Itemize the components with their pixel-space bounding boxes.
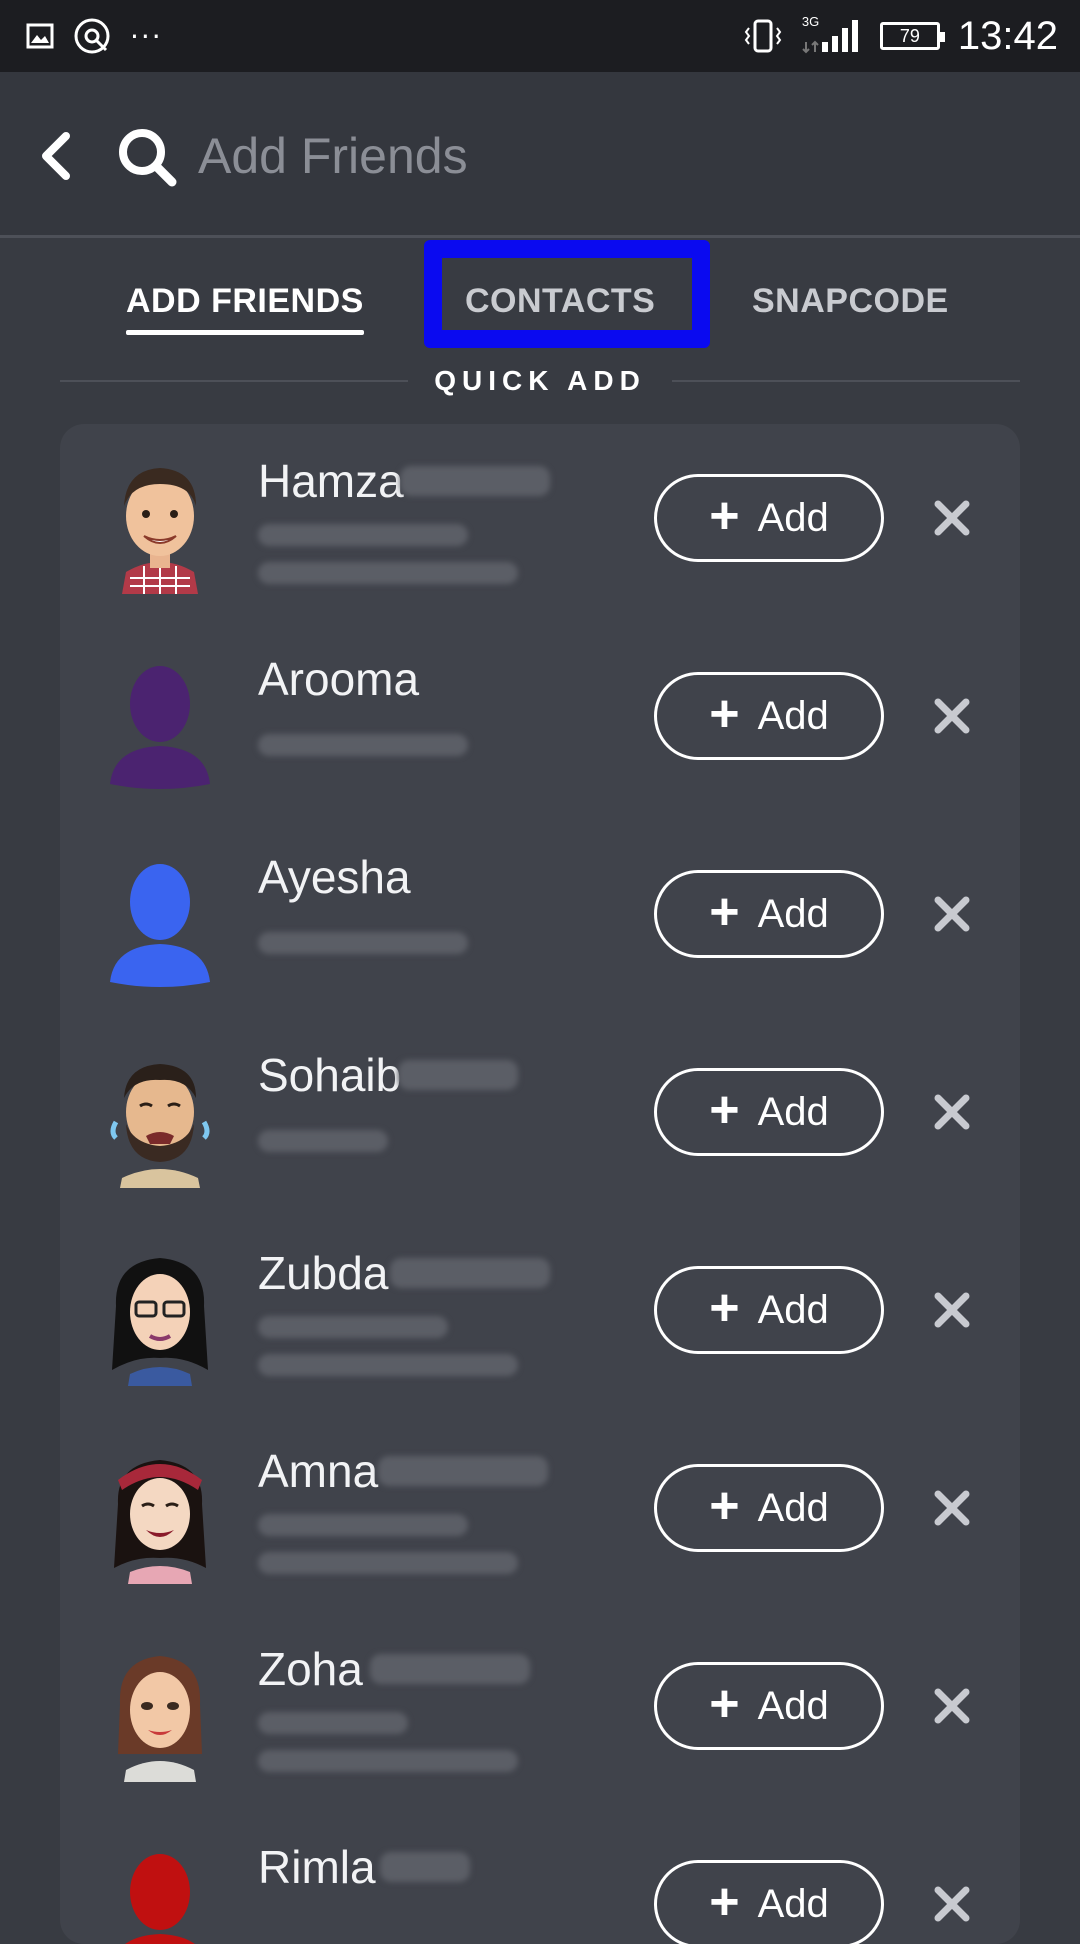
- list-item: Sohaib + Add: [60, 1018, 1020, 1216]
- list-item: Arooma + Add: [60, 622, 1020, 820]
- dismiss-icon[interactable]: [932, 696, 972, 736]
- add-friend-button[interactable]: + Add: [654, 1266, 884, 1354]
- blurred-text: [258, 1552, 518, 1574]
- section-title: QUICK ADD: [434, 365, 646, 396]
- dismiss-icon[interactable]: [932, 1092, 972, 1132]
- battery-level: 79: [899, 25, 920, 46]
- add-label: Add: [757, 693, 829, 738]
- blurred-text: [258, 524, 468, 546]
- blurred-text: [258, 1712, 408, 1734]
- tab-contacts[interactable]: CONTACTS: [465, 282, 655, 321]
- friend-name: Hamza: [258, 455, 404, 507]
- bitmoji-avatar: [118, 1656, 202, 1782]
- blurred-text: [258, 1316, 448, 1338]
- blurred-text: [258, 1130, 388, 1152]
- add-label: Add: [757, 1287, 829, 1332]
- plus-icon: +: [709, 883, 740, 941]
- plus-icon: +: [709, 685, 740, 743]
- search-icon: [119, 129, 177, 187]
- data-arrows-icon: [802, 40, 819, 54]
- add-friend-button[interactable]: + Add: [654, 870, 884, 958]
- tab-snapcode[interactable]: SNAPCODE: [752, 282, 949, 321]
- plus-icon: +: [709, 1675, 740, 1733]
- friend-name: Ayesha: [258, 851, 411, 903]
- list-item: Rimla + Add: [60, 1810, 1020, 1944]
- blurred-text: [258, 562, 518, 584]
- friend-name: Sohaib: [258, 1049, 402, 1101]
- add-friend-button[interactable]: + Add: [654, 1464, 884, 1552]
- friend-name: Zubda: [258, 1247, 389, 1299]
- add-friend-button[interactable]: + Add: [654, 1860, 884, 1944]
- plus-icon: +: [709, 1279, 740, 1337]
- divider-line: [671, 380, 1020, 382]
- dismiss-icon[interactable]: [932, 498, 972, 538]
- blurred-text: [400, 466, 550, 496]
- plus-icon: +: [709, 1477, 740, 1535]
- plus-icon: +: [709, 1873, 740, 1931]
- add-label: Add: [757, 891, 829, 936]
- list-item: Ayesha + Add: [60, 820, 1020, 1018]
- bitmoji-avatar: [114, 1460, 206, 1584]
- blurred-text: [258, 734, 468, 756]
- add-friend-button[interactable]: + Add: [654, 1068, 884, 1156]
- add-friend-button[interactable]: + Add: [654, 1662, 884, 1750]
- status-bar: ··· 3G 79 13:42: [0, 0, 1080, 72]
- divider-line: [60, 380, 409, 382]
- image-icon: [26, 23, 54, 49]
- network-type-label: 3G: [801, 14, 820, 29]
- blurred-text: [398, 1060, 518, 1090]
- plus-icon: +: [709, 487, 740, 545]
- list-item: Amna + Add: [60, 1414, 1020, 1612]
- plus-icon: +: [709, 1081, 740, 1139]
- silhouette-avatar: [110, 666, 210, 789]
- battery-icon: 79: [879, 22, 945, 50]
- dismiss-icon[interactable]: [932, 1686, 972, 1726]
- bitmoji-avatar: [110, 1064, 210, 1188]
- blurred-text: [258, 1514, 468, 1536]
- silhouette-avatar: [125, 1854, 195, 1944]
- quick-add-list: Hamza + Add Arooma + Add Ayesha + Add So…: [60, 424, 1020, 1944]
- tab-bar: ADD FRIENDS CONTACTS SNAPCODE: [0, 240, 1080, 360]
- blurred-text: [390, 1258, 550, 1288]
- list-item: Zoha + Add: [60, 1612, 1020, 1810]
- bitmoji-avatar: [112, 1258, 208, 1386]
- back-button[interactable]: [36, 130, 76, 182]
- dismiss-icon[interactable]: [932, 894, 972, 934]
- tab-add-friends[interactable]: ADD FRIENDS: [126, 282, 364, 335]
- header: [0, 72, 1080, 238]
- add-label: Add: [757, 1485, 829, 1530]
- list-item: Hamza + Add: [60, 424, 1020, 622]
- dismiss-icon[interactable]: [932, 1290, 972, 1330]
- blurred-text: [380, 1852, 470, 1882]
- blurred-text: [258, 1750, 518, 1772]
- add-label: Add: [757, 495, 829, 540]
- blurred-text: [258, 932, 468, 954]
- dismiss-icon[interactable]: [932, 1884, 972, 1924]
- signal-icon: 3G: [801, 14, 862, 56]
- friend-name: Amna: [258, 1445, 379, 1497]
- add-friend-button[interactable]: + Add: [654, 672, 884, 760]
- friend-name: Rimla: [258, 1841, 376, 1893]
- add-friend-button[interactable]: + Add: [654, 474, 884, 562]
- blurred-text: [370, 1654, 530, 1684]
- silhouette-avatar: [110, 864, 210, 987]
- quick-add-divider: QUICK ADD: [60, 360, 1020, 402]
- add-label: Add: [757, 1683, 829, 1728]
- blurred-text: [378, 1456, 548, 1486]
- sync-icon: [74, 18, 110, 54]
- clock: 13:42: [957, 13, 1058, 58]
- blurred-text: [258, 1354, 518, 1376]
- dismiss-icon[interactable]: [932, 1488, 972, 1528]
- bitmoji-avatar: [122, 468, 198, 594]
- add-label: Add: [757, 1089, 829, 1134]
- search-input[interactable]: [198, 118, 958, 194]
- vibrate-icon: [744, 19, 782, 53]
- friend-name: Arooma: [258, 653, 420, 705]
- list-item: Zubda + Add: [60, 1216, 1020, 1414]
- friend-name: Zoha: [258, 1643, 363, 1695]
- more-dots-icon: ···: [130, 19, 163, 53]
